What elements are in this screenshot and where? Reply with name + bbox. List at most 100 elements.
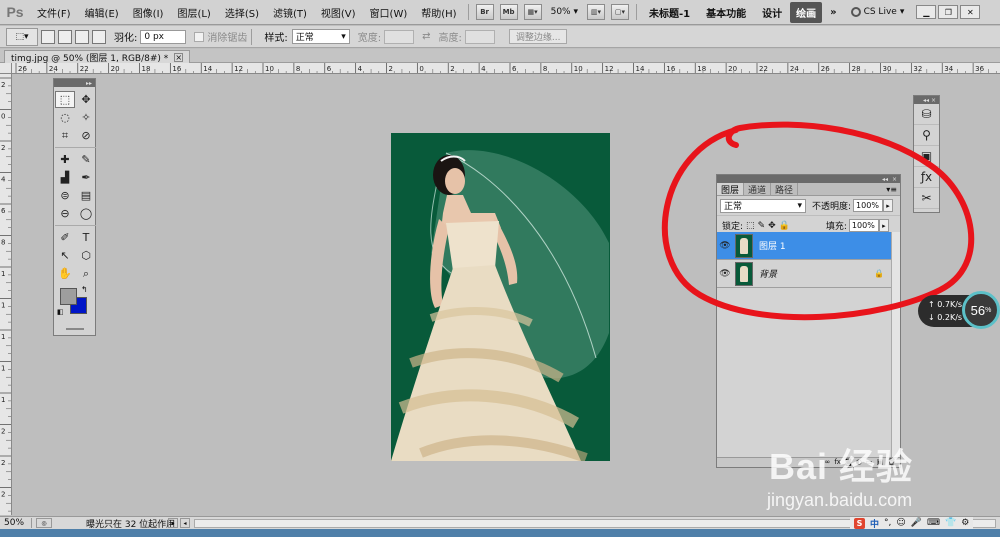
swap-icon[interactable]: ⇄ [422,31,430,42]
lock-transparency-icon[interactable]: ⬚ [746,221,755,231]
clone-stamp-tool[interactable]: ▟ [55,169,75,186]
swatches-panel-icon[interactable]: ⛁ [914,104,939,125]
workspace-more[interactable]: » [822,7,844,18]
lock-pixels-icon[interactable]: ✎ [758,221,766,231]
menu-filter[interactable]: 滤镜(T) [266,5,314,20]
vertical-ruler[interactable]: 2 0 2 4 6 8 1 1 1 1 1 2 2 2 [0,74,12,515]
menu-view[interactable]: 视图(V) [314,5,363,20]
zoom-select[interactable]: 50% ▾ [551,7,578,17]
intersect-selection-button[interactable] [92,29,106,44]
tab-channels[interactable]: 通道 [744,183,772,196]
layer-row-layer1[interactable]: 👁 图层 1 [717,232,892,260]
menu-file[interactable]: 文件(F) [30,5,78,20]
rect-marquee-tool[interactable]: ⬚ [55,91,75,108]
settings-icon[interactable]: ⚙ [961,518,969,528]
restore-button[interactable]: ❐ [938,5,959,19]
crop-tool[interactable]: ⌗ [55,127,75,144]
minimize-button[interactable]: ▁ [916,5,937,19]
tab-paths[interactable]: 路径 [771,183,799,196]
new-selection-button[interactable] [41,29,55,44]
network-speed-widget[interactable]: ↑ 0.7K/s ↓ 0.2K/s 56% [918,291,1000,329]
blur-tool[interactable]: ⊖ [55,205,75,222]
close-panel-icon[interactable]: × [892,176,897,183]
dodge-tool[interactable]: ◯ [76,205,96,222]
brush-tool[interactable]: ✎ [76,151,96,168]
skin-icon[interactable]: 👕 [945,518,956,528]
eraser-tool[interactable]: ⊜ [55,187,75,204]
cs-live-button[interactable]: CS Live ▾ [850,7,904,17]
menu-window[interactable]: 窗口(W) [363,5,415,20]
hand-tool[interactable]: ✋ [55,265,75,282]
styles-panel-icon[interactable]: ƒx [914,167,939,188]
ruler-origin[interactable] [0,63,12,74]
menu-help[interactable]: 帮助(H) [414,5,463,20]
menu-edit[interactable]: 编辑(E) [78,5,126,20]
tools-panel-header[interactable]: ▸▸ [54,79,95,87]
document-canvas[interactable] [391,133,610,461]
layers-panel-header[interactable]: ◂◂ × [717,175,900,183]
workspace-untitled[interactable]: 未标题-1 [641,5,698,20]
lasso-tool[interactable]: ◌ [55,109,75,126]
eyedropper-tool[interactable]: ⊘ [76,127,96,144]
fill-slider-toggle[interactable]: ▸ [878,219,889,232]
gradient-tool[interactable]: ▤ [76,187,96,204]
workspace-painting[interactable]: 绘画 [790,1,823,23]
view-extras-button[interactable]: ▦▾ [523,4,542,20]
scroll-left-button[interactable]: ◂ [180,518,190,528]
magic-wand-tool[interactable]: ✧ [76,109,96,126]
feather-input[interactable]: 0 px [140,29,187,44]
horizontal-ruler[interactable]: 26 24 22 20 18 16 14 12 10 8 6 4 2 0 2 4 6 8 10 12 14 16 18 20 2… [12,63,1000,74]
workspace-essentials[interactable]: 基本功能 [698,5,754,20]
status-menu-button[interactable]: ▸ [168,518,178,528]
quick-mask-button[interactable] [65,328,84,330]
bridge-button[interactable]: Br [475,4,494,20]
status-info-icon[interactable]: ◎ [36,518,52,528]
collapse-icon[interactable]: ◂◂ [882,176,888,183]
foreground-color-swatch[interactable] [60,288,77,305]
refine-edge-button[interactable]: 调整边缘... [508,29,568,44]
punctuation-icon[interactable]: °, [884,518,891,528]
document-tab[interactable]: timg.jpg @ 50% (图层 1, RGB/8#) * × [4,50,191,64]
pen-tool[interactable]: ✐ [55,229,75,246]
blend-mode-select[interactable]: 正常 ▾ [720,198,806,213]
visibility-eye-icon[interactable]: 👁 [717,269,733,279]
clone-source-panel-icon[interactable]: ▣ [914,146,939,167]
fill-input[interactable]: 100% [848,219,879,232]
type-tool[interactable]: T [76,229,96,246]
collapse-icon[interactable]: ◂◂ × [923,97,936,104]
opacity-input[interactable]: 100% [853,199,884,212]
menu-image[interactable]: 图像(I) [126,5,171,20]
path-selection-tool[interactable]: ↖ [55,247,75,264]
tool-presets-panel-icon[interactable]: ✂ [914,188,939,209]
width-input[interactable] [384,29,415,44]
antialias-checkbox[interactable] [194,31,205,42]
tab-layers[interactable]: 图层 [717,183,745,196]
layer-row-background[interactable]: 👁 背景 🔒 [717,260,892,288]
subtract-selection-button[interactable] [75,29,89,44]
default-colors-icon[interactable]: ◧ [57,308,64,316]
sogou-ime-icon[interactable]: S [854,517,865,529]
lock-position-icon[interactable]: ✥ [768,221,776,231]
mini-bridge-button[interactable]: Mb [499,4,518,20]
collapse-icon[interactable]: ▸▸ [86,80,92,87]
close-window-button[interactable]: ✕ [960,5,981,19]
tool-preset-picker[interactable]: ⬚▾ [6,27,38,46]
screen-mode-button[interactable]: ▢▾ [611,4,629,20]
menu-select[interactable]: 选择(S) [218,5,266,20]
close-tab-icon[interactable]: × [174,52,184,62]
history-brush-tool[interactable]: ✒ [76,169,96,186]
add-selection-button[interactable] [58,29,72,44]
style-select[interactable]: 正常 ▾ [291,29,350,44]
move-tool[interactable]: ✥ [76,91,96,108]
status-zoom[interactable]: 50% [0,518,32,528]
layers-scrollbar[interactable] [891,232,900,458]
microphone-icon[interactable]: 🎤 [911,518,922,528]
visibility-eye-icon[interactable]: 👁 [717,241,733,251]
mini-panel-header[interactable]: ◂◂ × [914,96,939,104]
healing-brush-tool[interactable]: ✚ [55,151,75,168]
brushes-panel-icon[interactable]: ⚲ [914,125,939,146]
arrange-documents-button[interactable]: ▥▾ [587,4,605,20]
workspace-design[interactable]: 设计 [754,5,790,20]
opacity-slider-toggle[interactable]: ▸ [883,199,894,212]
swap-colors-icon[interactable]: ↰ [81,285,88,294]
